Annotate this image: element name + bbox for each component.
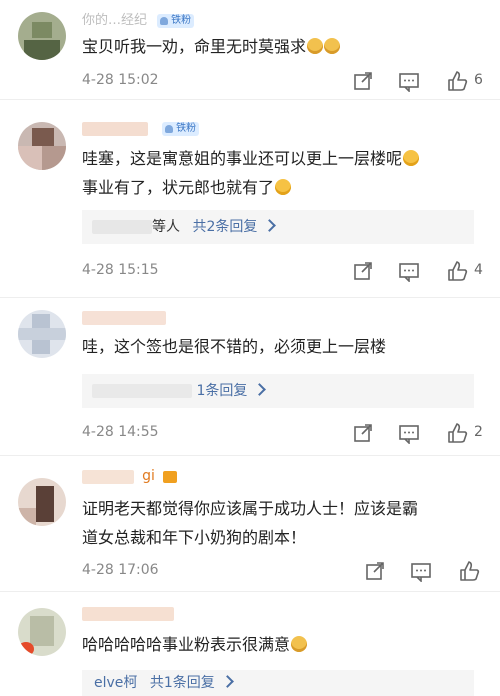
comment-text: 哇，这个签也是很不错的，必须更上一层楼 (82, 334, 476, 360)
like-icon[interactable] (446, 70, 468, 92)
comment-line: 宝贝听我一劝，命里无时莫强求 (82, 37, 307, 56)
comment-icon[interactable] (410, 560, 432, 582)
thinking-face-icon (403, 150, 420, 166)
smile-icon (275, 179, 292, 195)
avatar[interactable] (18, 12, 66, 60)
like-count: 4 (474, 262, 483, 278)
username[interactable] (82, 606, 174, 624)
comment-meta: 4-28 15:15 4 (82, 260, 483, 282)
comment-text: 证明老天都觉得你应该属于成功人士！应该是霸 道女总裁和年下小奶狗的剧本！ (82, 496, 476, 551)
share-icon[interactable] (352, 260, 374, 282)
fan-badge[interactable]: 铁粉 (157, 13, 195, 28)
comment-meta: 4-28 14:55 2 (82, 422, 483, 444)
username-blurred (82, 310, 166, 325)
cat-icon (291, 636, 308, 652)
replier-blurred (92, 384, 192, 398)
chevron-right-icon (253, 383, 267, 396)
timestamp: 4-28 15:15 (82, 262, 159, 278)
reply-preview[interactable]: 1条回复 (82, 374, 474, 408)
avatar[interactable] (18, 478, 66, 526)
username[interactable] (82, 310, 166, 328)
timestamp: 4-28 15:02 (82, 72, 159, 88)
cat-icon (307, 38, 324, 54)
replier-blurred (92, 220, 152, 234)
chevron-right-icon (220, 675, 234, 688)
avatar[interactable] (18, 608, 66, 656)
reply-prefix: 等人 (152, 219, 180, 235)
username-text: gi (142, 468, 155, 484)
view-replies-link[interactable]: 共1条回复 (150, 675, 215, 691)
like-count: 6 (474, 72, 483, 88)
cat-icon (324, 38, 341, 54)
crown-icon (163, 470, 178, 483)
comment-item: gi 证明老天都觉得你应该属于成功人士！应该是霸 道女总裁和年下小奶狗的剧本！ … (0, 456, 500, 592)
reply-preview[interactable]: 等人 共2条回复 (82, 210, 474, 244)
username-blurred (82, 606, 174, 621)
timestamp: 4-28 14:55 (82, 424, 159, 440)
view-replies-link[interactable]: 共2条回复 (192, 219, 257, 235)
comment-item: 铁粉 哇塞，这是寓意姐的事业还可以更上一层楼呢 事业有了，状元郎也就有了 等人 … (0, 100, 500, 298)
avatar[interactable] (18, 122, 66, 170)
reply-prefix: elve柯 (94, 675, 138, 691)
reply-preview[interactable]: elve柯 共1条回复 (82, 670, 474, 696)
comment-line: 证明老天都觉得你应该属于成功人士！应该是霸 (82, 499, 419, 518)
comment-icon[interactable] (398, 70, 420, 92)
share-icon[interactable] (352, 422, 374, 444)
chevron-right-icon (263, 219, 277, 232)
comment-meta: 4-28 15:02 6 (82, 70, 483, 92)
share-icon[interactable] (364, 560, 386, 582)
like-icon[interactable] (446, 422, 468, 444)
like-icon[interactable] (446, 260, 468, 282)
comment-line: 道女总裁和年下小奶狗的剧本！ (82, 528, 307, 547)
share-icon[interactable] (352, 70, 374, 92)
comment-icon[interactable] (398, 260, 420, 282)
comment-icon[interactable] (398, 422, 420, 444)
comment-item: 你的…经纪 铁粉 宝贝听我一劝，命里无时莫强求 4-28 15:02 6 (0, 0, 500, 100)
username[interactable]: 你的…经纪 铁粉 (82, 9, 195, 28)
like-icon[interactable] (458, 560, 480, 582)
comment-line: 事业有了，状元郎也就有了 (82, 178, 275, 197)
avatar[interactable] (18, 310, 66, 358)
fan-badge[interactable]: 铁粉 (162, 121, 200, 136)
username-blurred (82, 469, 134, 484)
view-replies-link[interactable]: 1条回复 (196, 383, 247, 399)
comment-line: 哇，这个签也是很不错的，必须更上一层楼 (82, 337, 387, 356)
like-count: 2 (474, 424, 483, 440)
username-blurred (82, 121, 148, 136)
comment-item: 哇，这个签也是很不错的，必须更上一层楼 1条回复 4-28 14:55 2 (0, 298, 500, 456)
comment-item: 哈哈哈哈哈事业粉表示很满意 elve柯 共1条回复 (0, 592, 500, 696)
username[interactable]: 铁粉 (82, 121, 200, 139)
comment-text: 宝贝听我一劝，命里无时莫强求 (82, 34, 476, 60)
username[interactable]: gi (82, 468, 178, 486)
comment-meta: 4-28 17:06 (82, 560, 482, 582)
comment-line: 哈哈哈哈哈事业粉表示很满意 (82, 635, 291, 654)
comment-text: 哇塞，这是寓意姐的事业还可以更上一层楼呢 事业有了，状元郎也就有了 (82, 146, 476, 201)
comment-line: 哇塞，这是寓意姐的事业还可以更上一层楼呢 (82, 149, 403, 168)
username-text: 你的…经纪 (82, 13, 148, 28)
comment-text: 哈哈哈哈哈事业粉表示很满意 (82, 632, 476, 658)
timestamp: 4-28 17:06 (82, 562, 159, 578)
